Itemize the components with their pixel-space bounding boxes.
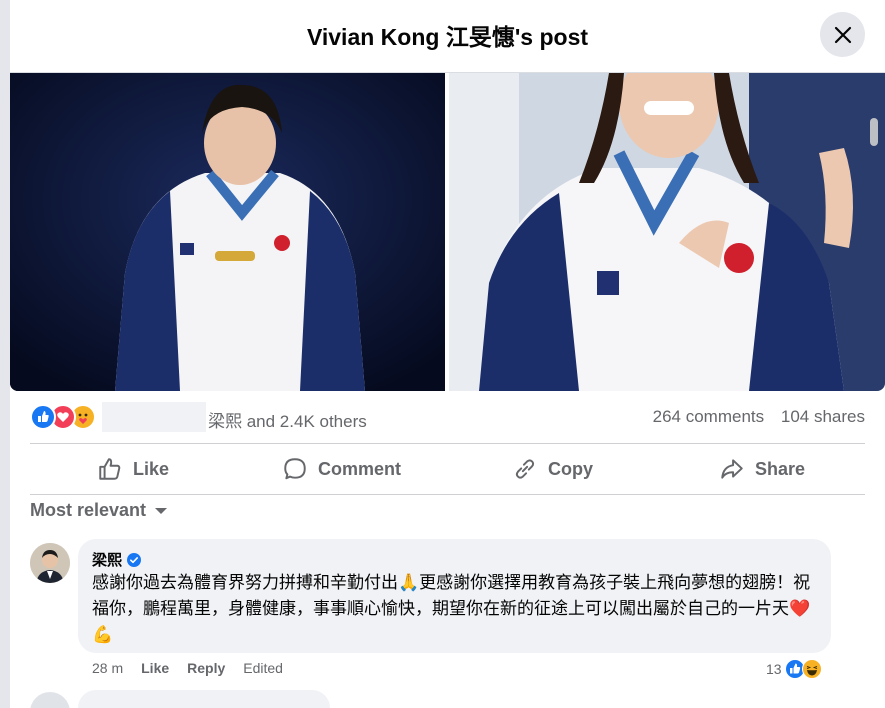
share-button[interactable]: Share bbox=[719, 444, 805, 494]
comment-reaction-count: 13 bbox=[766, 661, 782, 677]
author-name: 梁熙 bbox=[92, 552, 123, 569]
reaction-icons[interactable] bbox=[30, 404, 104, 430]
caret-down-icon bbox=[155, 507, 168, 514]
post-photo-1[interactable] bbox=[10, 73, 445, 391]
post-dialog: Vivian Kong 江旻憓's post 梁熙 and 2.4K other… bbox=[10, 0, 885, 708]
next-commenter-avatar[interactable] bbox=[30, 692, 70, 708]
edited-label[interactable]: Edited bbox=[243, 660, 283, 676]
like-label: Like bbox=[133, 458, 170, 479]
comment-text: 感謝你過去為體育界努力拼搏和辛勤付出🙏更感謝你選擇用教育為孩子裝上飛向夢想的翅膀… bbox=[92, 573, 811, 644]
verified-badge-icon bbox=[127, 552, 142, 567]
link-icon bbox=[515, 459, 535, 479]
comment-button[interactable]: Comment bbox=[282, 444, 401, 494]
reaction-summary: 梁熙 and 2.4K others 264 comments 104 shar… bbox=[30, 402, 865, 432]
haha-icon bbox=[801, 659, 822, 679]
copy-button[interactable]: Copy bbox=[512, 444, 593, 494]
comment-reply-button[interactable]: Reply bbox=[187, 660, 225, 676]
comment-sort-dropdown[interactable]: Most relevant bbox=[30, 500, 168, 521]
action-bar: Like Comment Copy Share bbox=[30, 443, 865, 495]
comment-icon bbox=[284, 458, 306, 480]
comment-bubble: 梁熙 感謝你過去為體育界努力拼搏和辛勤付出🙏更感謝你選擇用教育為孩子裝上飛向夢想… bbox=[78, 539, 831, 653]
post-photo-2[interactable] bbox=[449, 73, 885, 391]
comments-count[interactable]: 264 comments bbox=[653, 407, 765, 426]
comment-author[interactable]: 梁熙 bbox=[92, 549, 142, 570]
scrollbar-thumb[interactable] bbox=[870, 118, 878, 146]
comment-share-counts: 264 comments 104 shares bbox=[641, 407, 865, 427]
reactors-text[interactable]: 梁熙 and 2.4K others bbox=[208, 407, 367, 432]
dialog-title: Vivian Kong 江旻憓's post bbox=[306, 24, 589, 50]
commenter-avatar[interactable] bbox=[30, 543, 70, 583]
comment-like-button[interactable]: Like bbox=[141, 660, 169, 676]
shares-count[interactable]: 104 shares bbox=[781, 407, 865, 426]
close-button[interactable] bbox=[820, 12, 865, 57]
dialog-header: Vivian Kong 江旻憓's post bbox=[10, 0, 885, 73]
like-icon bbox=[30, 404, 56, 430]
comment-time[interactable]: 28 m bbox=[92, 660, 123, 676]
comment-label: Comment bbox=[318, 458, 402, 479]
copy-label: Copy bbox=[548, 458, 593, 479]
thumbs-up-icon bbox=[99, 458, 121, 480]
like-button[interactable]: Like bbox=[97, 444, 169, 494]
comment-reactions[interactable]: 13 bbox=[766, 657, 822, 681]
sort-label: Most relevant bbox=[30, 500, 147, 520]
next-comment-bubble bbox=[78, 690, 330, 708]
comment-meta: 28 m Like Reply Edited bbox=[92, 660, 301, 676]
share-icon bbox=[721, 459, 743, 479]
redacted-names bbox=[102, 402, 206, 432]
close-icon bbox=[834, 26, 851, 43]
share-label: Share bbox=[755, 458, 806, 479]
post-photos bbox=[10, 73, 885, 391]
